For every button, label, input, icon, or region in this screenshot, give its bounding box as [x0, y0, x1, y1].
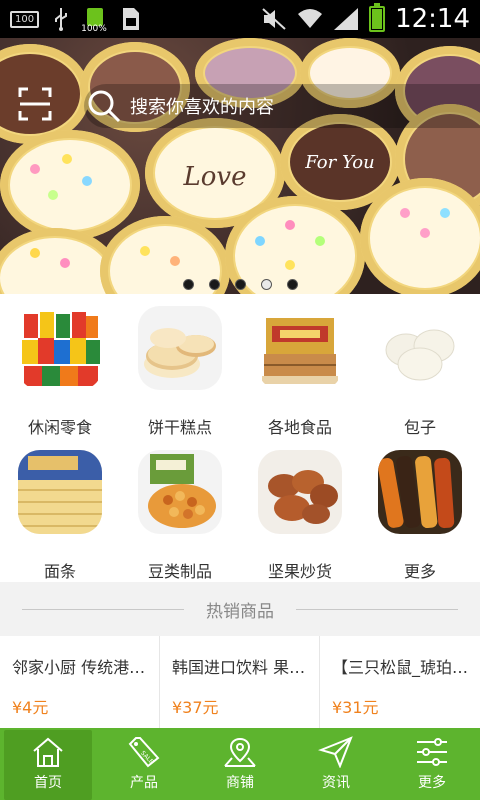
status-bar: 100 100% 12:14 [0, 0, 480, 38]
category-noodles[interactable]: 面条 [0, 438, 120, 582]
category-label: 各地食品 [267, 418, 332, 437]
bun-image [378, 306, 462, 390]
snacks-image [18, 306, 102, 390]
tab-news[interactable]: 资讯 [288, 728, 384, 800]
category-label: 坚果炒货 [267, 562, 332, 581]
category-label: 面条 [43, 562, 76, 581]
tab-home[interactable]: 首页 [4, 730, 92, 800]
product-price: ¥4元 [12, 698, 49, 717]
product-title: 【三只松鼠_琥珀核桃仁 [332, 658, 476, 677]
category-buns[interactable]: 包子 [360, 294, 480, 438]
clock: 12:14 [395, 4, 470, 34]
product-card[interactable]: 韩国进口饮料 果汁饮品 ¥37元 [160, 636, 320, 728]
section-title: 热销商品 [206, 601, 274, 622]
product-price: ¥37元 [172, 698, 219, 717]
divider [22, 608, 184, 610]
tab-products[interactable]: SALE 产品 [96, 728, 192, 800]
nuts-image [258, 450, 342, 534]
mute-icon [262, 8, 286, 30]
product-title: 邻家小厨 传统港式点心 [12, 658, 156, 677]
category-label: 豆类制品 [147, 562, 212, 581]
cupcake-image [0, 130, 140, 240]
category-snacks[interactable]: 休闲零食 [0, 294, 120, 438]
sd-card-icon: 100 [10, 10, 40, 28]
category-regional-food[interactable]: 各地食品 [240, 294, 360, 438]
product-title: 韩国进口饮料 果汁饮品 [172, 658, 316, 677]
category-label: 饼干糕点 [147, 418, 212, 437]
tab-more[interactable]: 更多 [384, 728, 480, 800]
carousel-dot-active[interactable] [260, 279, 272, 290]
banner-carousel[interactable]: Love For You 搜索你喜欢的内容 [0, 38, 480, 294]
home-icon [33, 737, 63, 767]
regional-food-image [258, 306, 342, 390]
usb-icon [55, 8, 68, 31]
category-nuts[interactable]: 坚果炒货 [240, 438, 360, 582]
product-list: 邻家小厨 传统港式点心 ¥4元 韩国进口饮料 果汁饮品 ¥37元 【三只松鼠_琥… [0, 636, 480, 728]
category-label: 包子 [403, 418, 436, 437]
tab-shops[interactable]: 商铺 [192, 728, 288, 800]
battery-saver-icon: 100% [81, 4, 107, 34]
sliders-icon [417, 738, 447, 766]
category-more[interactable]: 更多 [360, 438, 480, 582]
product-price: ¥31元 [332, 698, 379, 717]
send-icon [318, 736, 353, 768]
more-image [378, 450, 462, 534]
wifi-icon [298, 9, 323, 28]
search-bar[interactable]: 搜索你喜欢的内容 [84, 84, 480, 128]
signal-icon [334, 8, 359, 30]
carousel-dot[interactable] [208, 279, 220, 290]
search-icon [88, 90, 121, 123]
sim-icon [123, 8, 140, 30]
map-icon [224, 737, 256, 767]
hot-products-header: 热销商品 [0, 582, 480, 636]
carousel-dot[interactable] [182, 279, 194, 290]
product-card[interactable]: 邻家小厨 传统港式点心 ¥4元 [0, 636, 160, 728]
noodles-image [18, 450, 102, 534]
battery-icon [369, 3, 386, 32]
carousel-dot[interactable] [286, 279, 298, 290]
category-label: 更多 [403, 562, 436, 581]
tag-icon: SALE [128, 737, 160, 768]
carousel-indicator [0, 279, 480, 290]
category-pastry[interactable]: 饼干糕点 [120, 294, 240, 438]
product-card[interactable]: 【三只松鼠_琥珀核桃仁 ¥31元 [320, 636, 480, 728]
pastry-image [138, 306, 222, 390]
bottom-tab-bar: 首页 SALE 产品 商铺 资讯 更多 [0, 728, 480, 800]
scan-icon[interactable] [18, 87, 52, 121]
cupcake-image [360, 178, 480, 294]
beans-image [138, 450, 222, 534]
search-placeholder: 搜索你喜欢的内容 [130, 97, 274, 118]
carousel-dot[interactable] [234, 279, 246, 290]
category-label: 休闲零食 [27, 418, 92, 437]
divider [296, 608, 458, 610]
category-beans[interactable]: 豆类制品 [120, 438, 240, 582]
category-grid: 休闲零食 饼干糕点 各地食品 包子 面条 豆类制品 坚果炒货 更多 [0, 294, 480, 582]
